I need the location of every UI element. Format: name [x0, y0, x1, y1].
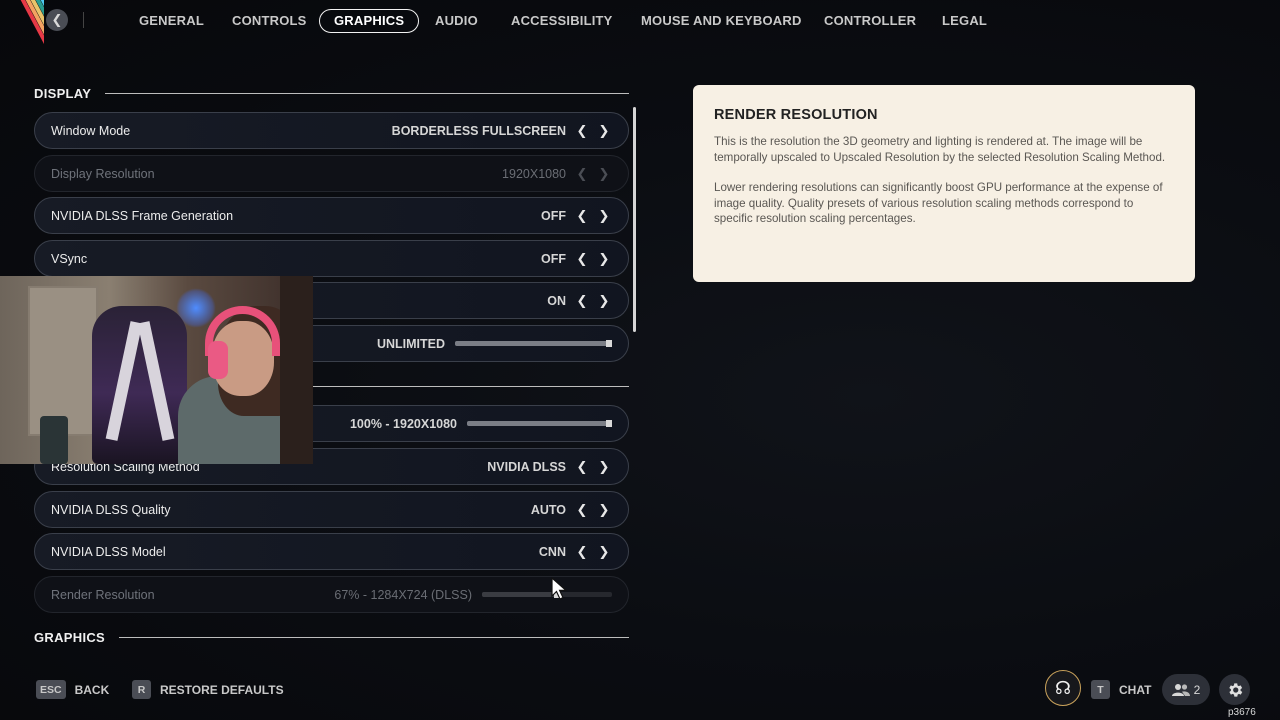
tab-controller[interactable]: CONTROLLER	[824, 9, 916, 33]
setting-dlss-frame-generation[interactable]: NVIDIA DLSS Frame Generation OFF ❮ ❯	[34, 197, 629, 234]
build-version: p3676	[1228, 707, 1256, 718]
webcam-overlay	[0, 276, 313, 464]
chevron-left-icon: ❮	[576, 165, 588, 181]
setting-value: AUTO	[530, 502, 566, 517]
restore-defaults-button[interactable]: R RESTORE DEFAULTS	[132, 680, 284, 699]
setting-slider	[482, 591, 612, 598]
description-paragraph: This is the resolution the 3D geometry a…	[714, 135, 1166, 164]
description-title: RENDER RESOLUTION	[714, 107, 878, 123]
setting-value: 67% - 1284X724 (DLSS)	[334, 587, 472, 602]
key-hint-r: R	[132, 680, 151, 699]
slider-fill	[482, 592, 560, 597]
back-label: BACK	[74, 682, 110, 697]
setting-display-resolution: Display Resolution 1920X1080 ❮ ❯	[34, 155, 629, 192]
section-display-heading: DISPLAY	[34, 85, 629, 101]
game-emblem-icon[interactable]: ☊	[1045, 670, 1081, 706]
chevron-left-icon: ❮	[51, 12, 63, 27]
chat-button[interactable]: T CHAT	[1091, 680, 1151, 699]
setting-slider[interactable]	[467, 420, 612, 427]
gear-icon	[1228, 682, 1242, 697]
chevron-right-icon[interactable]: ❯	[596, 459, 612, 475]
section-rule	[119, 636, 629, 638]
tab-general[interactable]: GENERAL	[139, 9, 204, 33]
setting-label: VSync	[51, 251, 88, 266]
game-logo	[0, 0, 44, 44]
setting-value: NVIDIA DLSS	[487, 459, 566, 474]
setting-dlss-model[interactable]: NVIDIA DLSS Model CNN ❮ ❯	[34, 533, 629, 570]
section-graphics-heading: GRAPHICS	[34, 629, 629, 645]
chevron-right-icon[interactable]: ❯	[596, 502, 612, 518]
setting-value: OFF	[541, 251, 566, 266]
webcam-headphones-earcup	[208, 341, 228, 379]
setting-vsync[interactable]: VSync OFF ❮ ❯	[34, 240, 629, 277]
setting-slider[interactable]	[455, 340, 612, 347]
chat-label: CHAT	[1119, 682, 1152, 697]
setting-label: Window Mode	[51, 123, 131, 138]
tab-mouse-and-keyboard[interactable]: MOUSE AND KEYBOARD	[641, 9, 802, 33]
chevron-left-icon[interactable]: ❮	[574, 544, 590, 560]
chevron-right-icon[interactable]: ❯	[596, 293, 612, 309]
chevron-right-icon[interactable]: ❯	[596, 123, 612, 139]
chevron-left-icon[interactable]: ❮	[574, 123, 590, 139]
gear-button[interactable]	[1219, 674, 1250, 705]
setting-value: ON	[547, 293, 566, 308]
slider-fill	[467, 421, 612, 426]
chevron-right-icon[interactable]: ❯	[596, 544, 612, 560]
tab-graphics[interactable]: GRAPHICS	[319, 9, 420, 33]
slider-knob[interactable]	[606, 420, 612, 427]
slider-knob[interactable]	[606, 340, 612, 347]
chevron-left-icon[interactable]: ❮	[574, 293, 590, 309]
slider-fill	[455, 341, 612, 346]
setting-value: 1920X1080	[502, 166, 566, 181]
setting-value: BORDERLESS FULLSCREEN	[391, 123, 566, 138]
chevron-left-icon[interactable]: ❮	[574, 208, 590, 224]
key-hint-esc: ESC	[36, 680, 66, 699]
tab-legal[interactable]: LEGAL	[942, 9, 987, 33]
chevron-right-icon: ❯	[598, 165, 610, 181]
setting-label: Display Resolution	[51, 166, 155, 181]
friends-count: 2	[1193, 682, 1201, 697]
settings-scrollbar[interactable]	[633, 107, 636, 332]
setting-label: Render Resolution	[51, 587, 155, 602]
setting-label: NVIDIA DLSS Quality	[51, 502, 171, 517]
chevron-left-icon[interactable]: ❮	[574, 459, 590, 475]
chevron-left-icon[interactable]: ❮	[574, 251, 590, 267]
friends-button[interactable]: 2	[1162, 674, 1210, 705]
restore-defaults-label: RESTORE DEFAULTS	[160, 682, 284, 697]
setting-window-mode[interactable]: Window Mode BORDERLESS FULLSCREEN ❮ ❯	[34, 112, 629, 149]
webcam-speaker	[40, 416, 68, 464]
tab-accessibility[interactable]: ACCESSIBILITY	[511, 9, 613, 33]
chevron-right-icon[interactable]: ❯	[596, 251, 612, 267]
section-title: DISPLAY	[34, 85, 92, 101]
setting-value: OFF	[541, 208, 566, 223]
chevron-right-icon[interactable]: ❯	[596, 208, 612, 224]
back-button[interactable]: ESC BACK	[36, 680, 109, 699]
setting-value: UNLIMITED	[376, 336, 445, 351]
setting-label: NVIDIA DLSS Frame Generation	[51, 208, 234, 223]
mouse-cursor-icon	[551, 577, 568, 600]
setting-label: NVIDIA DLSS Model	[51, 544, 166, 559]
webcam-background	[28, 286, 98, 436]
description-paragraph: Lower rendering resolutions can signific…	[714, 181, 1163, 225]
chevron-left-icon[interactable]: ❮	[574, 502, 590, 518]
divider	[83, 12, 84, 28]
setting-description-panel: RENDER RESOLUTION This is the resolution…	[693, 85, 1195, 282]
section-title: GRAPHICS	[34, 629, 106, 645]
section-rule	[105, 92, 629, 94]
setting-value: 100% - 1920X1080	[349, 416, 457, 431]
key-hint-t: T	[1091, 680, 1110, 699]
tab-controls[interactable]: CONTROLS	[232, 9, 307, 33]
setting-value: CNN	[538, 544, 566, 559]
back-nav-button[interactable]: ❮	[46, 9, 68, 31]
tab-audio[interactable]: AUDIO	[435, 9, 478, 33]
setting-render-resolution: Render Resolution 67% - 1284X724 (DLSS)	[34, 576, 629, 613]
setting-dlss-quality[interactable]: NVIDIA DLSS Quality AUTO ❮ ❯	[34, 491, 629, 528]
people-icon	[1171, 683, 1190, 696]
webcam-wall	[280, 276, 313, 464]
